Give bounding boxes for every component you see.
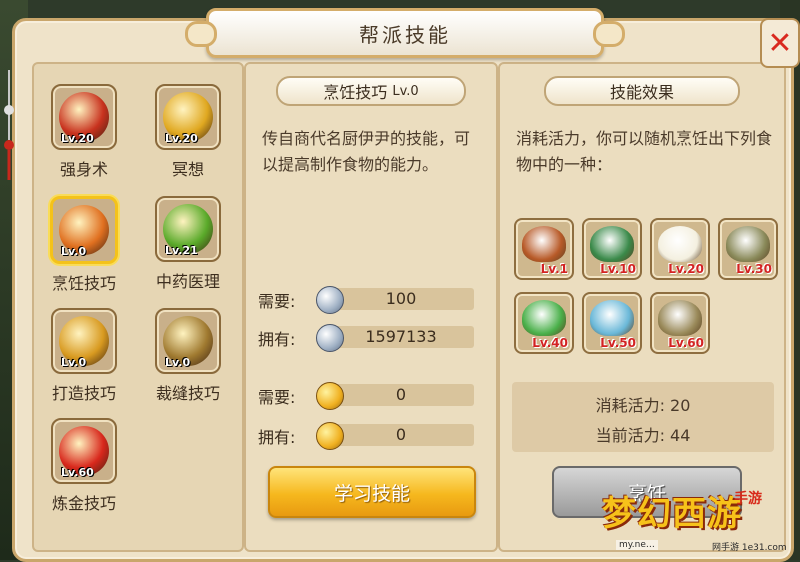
food-level: Lv.40: [532, 336, 568, 350]
detail-title-text: 烹饪技巧: [323, 83, 388, 102]
gold-coin-icon: [316, 382, 344, 410]
skill-level: Lv.0: [165, 356, 191, 369]
skill-item[interactable]: Lv.20 冥想: [148, 84, 228, 180]
skill-name: 打造技巧: [51, 384, 116, 403]
learn-skill-button[interactable]: 学习技能: [268, 466, 476, 518]
need-silver-value: 100: [385, 289, 417, 308]
skill-icon[interactable]: Lv.0: [155, 308, 221, 374]
have-gold-bar: 0: [328, 424, 474, 446]
silver-coin-icon: [316, 286, 344, 314]
rope-ornament-icon: [4, 70, 14, 180]
food-item[interactable]: Lv.10: [582, 218, 642, 280]
food-level: Lv.60: [668, 336, 704, 350]
need-gold-value: 0: [395, 385, 407, 404]
window-title: 帮派技能: [185, 8, 625, 58]
skill-level: Lv.60: [61, 466, 94, 479]
skill-name: 强身术: [59, 160, 108, 179]
have-silver-row: 拥有: 1597133: [258, 324, 474, 352]
gold-coin-icon: [316, 422, 344, 450]
effect-title: 技能效果: [544, 76, 740, 106]
food-icon: [658, 300, 702, 336]
skill-item[interactable]: Lv.0 裁缝技巧: [148, 308, 228, 404]
skill-item[interactable]: Lv.0 打造技巧: [44, 308, 124, 404]
food-icon: [590, 300, 634, 336]
skill-icon[interactable]: Lv.20: [51, 84, 117, 150]
need-gold-bar: 0: [328, 384, 474, 406]
skill-name: 裁缝技巧: [155, 384, 220, 403]
food-icon: [522, 300, 566, 336]
skill-level: Lv.21: [165, 244, 198, 257]
have-silver-bar: 1597133: [328, 326, 474, 348]
watermark-url: my.ne…: [616, 540, 658, 550]
skill-item[interactable]: Lv.21 中药医理: [148, 196, 228, 292]
skill-description: 传自商代名厨伊尹的技能，可以提高制作食物的能力。: [262, 129, 471, 174]
food-icon: [658, 226, 702, 262]
food-icon: [726, 226, 770, 262]
food-icon: [522, 226, 566, 262]
silver-coin-icon: [316, 324, 344, 352]
vitality-cost: 消耗活力: 20: [595, 396, 691, 415]
watermark-url2: 网手游 1e31.com: [712, 543, 787, 553]
close-icon: ✕: [767, 25, 793, 61]
vitality-current: 当前活力: 44: [595, 426, 691, 445]
skill-level: Lv.20: [61, 132, 94, 145]
vitality-box: 消耗活力: 20 当前活力: 44: [512, 382, 774, 452]
skill-item[interactable]: Lv.60 炼金技巧: [44, 418, 124, 514]
need-gold-row: 需要: 0: [258, 382, 474, 410]
skill-item[interactable]: Lv.0 烹饪技巧: [44, 196, 124, 294]
food-level: Lv.20: [668, 262, 704, 276]
detail-title: 烹饪技巧 Lv.0: [276, 76, 466, 106]
skill-level: Lv.0: [61, 356, 87, 369]
need-silver-bar: 100: [328, 288, 474, 310]
have-gold-row: 拥有: 0: [258, 422, 474, 450]
skill-name: 冥想: [171, 160, 204, 179]
effect-description: 消耗活力，你可以随机烹饪出下列食物中的一种：: [516, 129, 773, 174]
skill-icon[interactable]: Lv.21: [155, 196, 221, 262]
food-level: Lv.1: [540, 262, 568, 276]
food-level: Lv.30: [736, 262, 772, 276]
watermark: 梦幻西游 手游 my.ne… 网手游 1e31.com: [602, 486, 798, 558]
food-item[interactable]: Lv.50: [582, 292, 642, 354]
food-item[interactable]: Lv.1: [514, 218, 574, 280]
skill-name: 中药医理: [155, 272, 220, 291]
food-item[interactable]: Lv.20: [650, 218, 710, 280]
skill-level: Lv.0: [61, 245, 87, 258]
watermark-logo: 梦幻西游: [602, 494, 742, 534]
skill-name: 烹饪技巧: [51, 274, 116, 293]
skill-icon[interactable]: Lv.0: [50, 196, 118, 264]
food-level: Lv.10: [600, 262, 636, 276]
skill-icon[interactable]: Lv.60: [51, 418, 117, 484]
have-gold-value: 0: [395, 425, 407, 444]
skill-name: 炼金技巧: [51, 494, 116, 513]
skill-level: Lv.20: [165, 132, 198, 145]
skill-item[interactable]: Lv.20 强身术: [44, 84, 124, 180]
food-item[interactable]: Lv.30: [718, 218, 778, 280]
need-silver-label: 需要:: [258, 292, 296, 311]
have-silver-value: 1597133: [365, 327, 437, 346]
close-button[interactable]: ✕: [760, 18, 800, 68]
need-gold-label: 需要:: [258, 388, 296, 407]
detail-title-level: Lv.0: [392, 83, 419, 99]
watermark-side: 手游: [734, 491, 762, 507]
food-item[interactable]: Lv.60: [650, 292, 710, 354]
food-level: Lv.50: [600, 336, 636, 350]
food-item[interactable]: Lv.40: [514, 292, 574, 354]
have-silver-label: 拥有:: [258, 330, 296, 349]
food-icon: [590, 226, 634, 262]
skill-icon[interactable]: Lv.0: [51, 308, 117, 374]
skill-icon[interactable]: Lv.20: [155, 84, 221, 150]
need-silver-row: 需要: 100: [258, 286, 474, 314]
have-gold-label: 拥有:: [258, 428, 296, 447]
